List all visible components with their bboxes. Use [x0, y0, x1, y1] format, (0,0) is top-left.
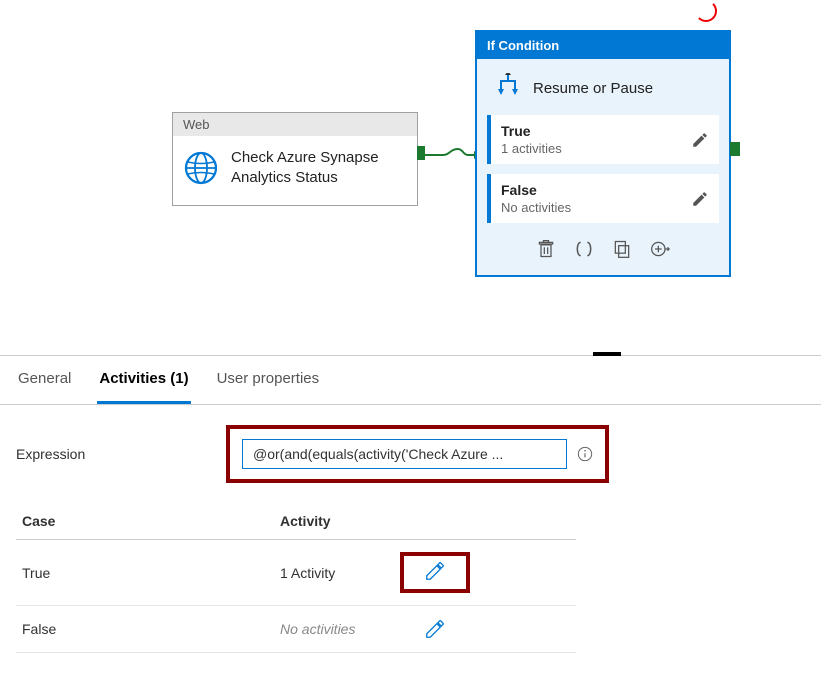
- case-header: Case: [22, 513, 280, 529]
- globe-icon: [183, 150, 219, 186]
- table-row: False No activities: [16, 606, 576, 653]
- delete-icon[interactable]: [536, 239, 556, 259]
- false-branch-count: No activities: [501, 200, 571, 215]
- true-branch-label: True: [501, 123, 562, 139]
- input-port[interactable]: [730, 142, 740, 156]
- edit-icon[interactable]: [691, 131, 709, 149]
- tab-user-properties[interactable]: User properties: [215, 356, 322, 404]
- expression-input[interactable]: [242, 439, 567, 469]
- tab-activities[interactable]: Activities (1): [97, 356, 190, 404]
- activity-header: Activity: [280, 513, 400, 529]
- pipeline-canvas[interactable]: Web Check Azure Synapse Analytics Status…: [0, 0, 821, 355]
- properties-panel: Expression Case Activity True 1 Activity…: [0, 405, 821, 673]
- expression-highlight: [226, 425, 609, 483]
- tab-general[interactable]: General: [16, 356, 73, 404]
- case-cell: True: [22, 565, 280, 581]
- true-branch-count: 1 activities: [501, 141, 562, 156]
- branch-icon: [493, 73, 523, 103]
- connector-arrow-icon: [418, 148, 478, 162]
- case-table: Case Activity True 1 Activity False No a…: [16, 513, 576, 653]
- false-branch-row[interactable]: False No activities: [487, 174, 719, 223]
- web-activity-node[interactable]: Web Check Azure Synapse Analytics Status: [172, 112, 418, 206]
- expression-label: Expression: [16, 446, 216, 462]
- copy-icon[interactable]: [612, 239, 632, 259]
- if-condition-node[interactable]: If Condition Resume or Pause True 1 acti…: [475, 30, 731, 277]
- activity-cell: No activities: [280, 621, 400, 637]
- activity-type-label: Web: [173, 113, 417, 136]
- if-condition-title: Resume or Pause: [533, 80, 653, 97]
- loading-indicator-icon: [695, 0, 717, 22]
- table-row: True 1 Activity: [16, 540, 576, 606]
- add-output-icon[interactable]: [650, 239, 670, 259]
- resize-handle[interactable]: [593, 352, 621, 356]
- case-cell: False: [22, 621, 280, 637]
- code-icon[interactable]: [574, 239, 594, 259]
- edit-icon[interactable]: [424, 560, 446, 582]
- edit-highlight: [400, 552, 470, 593]
- activity-cell: 1 Activity: [280, 565, 400, 581]
- edit-icon[interactable]: [424, 618, 446, 640]
- if-header-label: If Condition: [477, 32, 729, 59]
- false-branch-label: False: [501, 182, 571, 198]
- web-activity-title: Check Azure Synapse Analytics Status: [231, 148, 407, 187]
- info-icon[interactable]: [577, 446, 593, 462]
- true-branch-row[interactable]: True 1 activities: [487, 115, 719, 164]
- properties-tab-bar: General Activities (1) User properties: [0, 355, 821, 405]
- edit-icon[interactable]: [691, 190, 709, 208]
- node-toolbar: [487, 233, 719, 267]
